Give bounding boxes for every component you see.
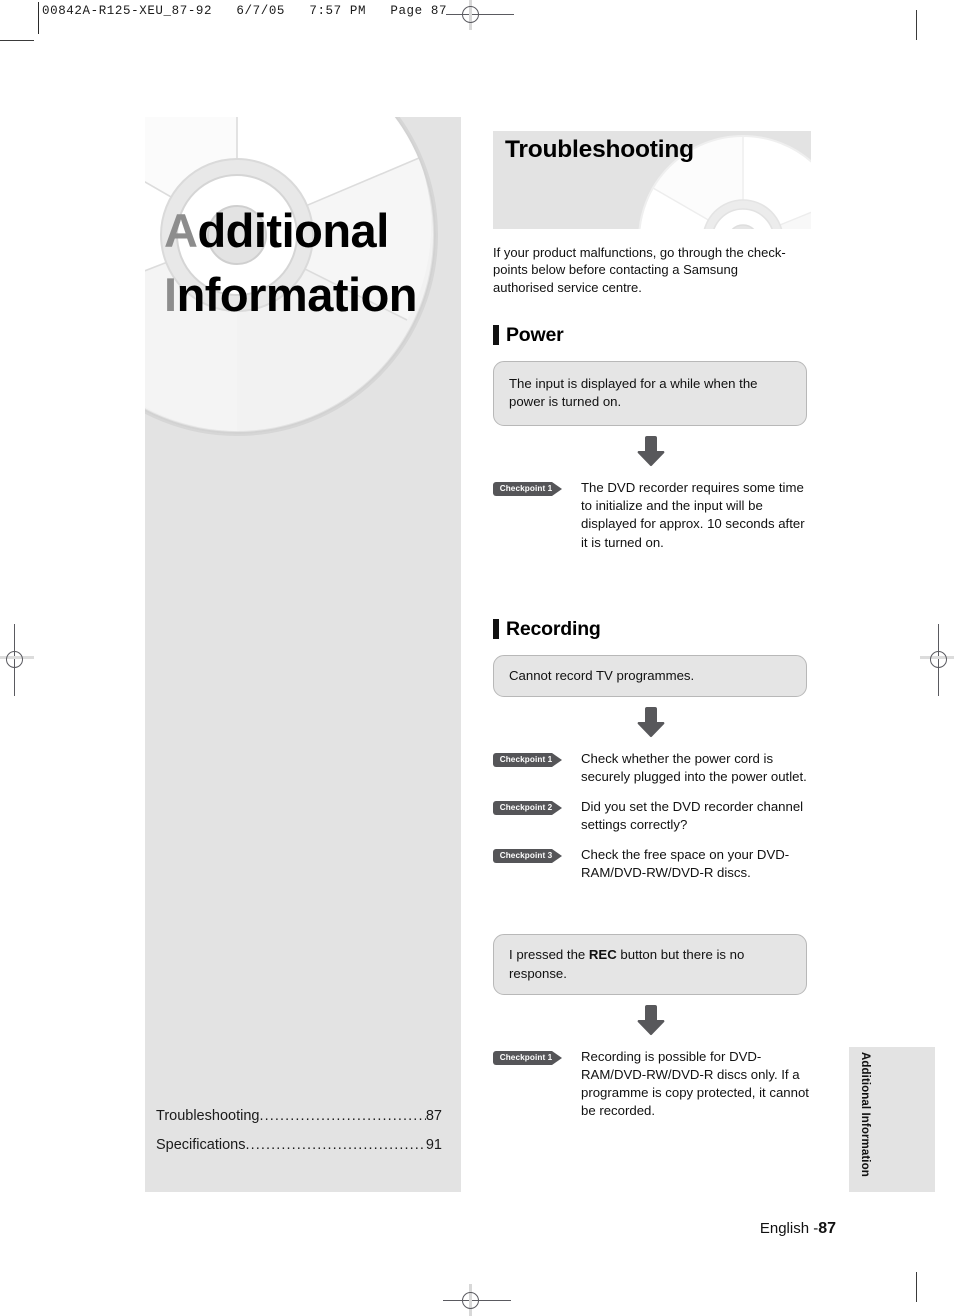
toc-entry[interactable]: Specifications .........................… — [156, 1137, 442, 1153]
toc-entry[interactable]: Troubleshooting ........................… — [156, 1108, 442, 1124]
checkpoint-badge: Checkpoint 3 — [493, 849, 569, 864]
flow-arrow-wrap — [493, 1004, 807, 1036]
print-slug: 00842A-R125-XEU_87-92 6/7/05 7:57 PM Pag… — [42, 4, 448, 18]
question-bubble: I pressed the REC button but there is no… — [493, 934, 807, 995]
content-column: Troubleshooting If your product malfunct… — [493, 131, 811, 1120]
checkpoint-row: Checkpoint 2 Did you set the DVD recorde… — [493, 798, 811, 834]
flow-arrow-wrap — [493, 435, 807, 467]
trim-mark-top-right — [916, 10, 917, 40]
chapter-title: Additional Information — [164, 199, 417, 327]
trim-mark-top-left — [0, 40, 34, 41]
question-text: Cannot record TV programmes. — [509, 667, 695, 683]
section-bar-icon — [493, 325, 499, 346]
toc-entry-page: 87 — [425, 1108, 442, 1124]
checkpoint-badge-label: Checkpoint 2 — [499, 802, 553, 812]
slug-divider — [38, 2, 39, 34]
checkpoint-row: Checkpoint 1 The DVD recorder requires s… — [493, 479, 811, 551]
checkpoint-badge: Checkpoint 2 — [493, 800, 569, 815]
checkpoint-row: Checkpoint 1 Check whether the power cor… — [493, 750, 811, 786]
footer-page-number: 87 — [818, 1220, 836, 1237]
question-bubble: The input is displayed for a while when … — [493, 360, 807, 427]
footer-language: English - — [759, 1220, 819, 1237]
chapter-title-line-1: Additional — [164, 199, 417, 263]
troubleshooting-banner: Troubleshooting — [493, 131, 811, 229]
checkpoint-text: The DVD recorder requires some time to i… — [581, 480, 805, 550]
section-heading-power: Power — [493, 324, 811, 347]
toc-entry-page: 91 — [425, 1137, 442, 1153]
chapter-title-cap-i: I — [164, 267, 177, 321]
toc-dot-leader: ........................................… — [245, 1137, 425, 1153]
down-arrow-icon — [637, 1004, 665, 1035]
checkpoint-row: Checkpoint 1 Recording is possible for D… — [493, 1048, 811, 1120]
down-arrow-icon — [637, 436, 665, 467]
checkpoint-badge: Checkpoint 1 — [493, 482, 569, 497]
chapter-title-cap-a: A — [164, 204, 198, 257]
checkpoint-badge-label: Checkpoint 1 — [499, 754, 553, 764]
chapter-panel: Additional Information Troubleshooting .… — [145, 117, 461, 1192]
trim-mark-bottom-right — [916, 1272, 917, 1302]
checkpoint-text: Check the free space on your DVD-RAM/DVD… — [581, 847, 790, 881]
checkpoint-text: Recording is possible for DVD-RAM/DVD-RW… — [581, 1048, 809, 1118]
chapter-title-rest-1: dditional — [197, 204, 389, 257]
page-footer: English -87 — [0, 1220, 836, 1238]
section-title: Recording — [506, 617, 601, 640]
chapter-title-line-2: Information — [164, 263, 417, 327]
checkpoint-badge-label: Checkpoint 1 — [499, 484, 553, 494]
checkpoint-badge: Checkpoint 1 — [493, 752, 569, 767]
chapter-table-of-contents: Troubleshooting ........................… — [156, 1108, 442, 1166]
side-tab-label: Additional Information — [859, 1052, 871, 1177]
question-text-pre: I pressed the — [509, 947, 589, 963]
toc-entry-label: Troubleshooting — [156, 1108, 260, 1124]
banner-title: Troubleshooting — [505, 136, 694, 163]
intro-paragraph: If your product malfunctions, go through… — [493, 245, 786, 295]
down-arrow-icon — [637, 706, 665, 737]
section-title: Power — [506, 323, 564, 346]
checkpoint-row: Checkpoint 3 Check the free space on you… — [493, 846, 811, 882]
chapter-title-rest-2: nformation — [176, 267, 418, 321]
checkpoint-text: Check whether the power cord is securely… — [581, 750, 807, 784]
section-heading-recording: Recording — [493, 618, 811, 641]
checkpoint-badge-label: Checkpoint 3 — [499, 851, 553, 861]
side-tab: Additional Information — [849, 1047, 935, 1192]
section-bar-icon — [493, 619, 499, 640]
checkpoint-badge: Checkpoint 1 — [493, 1050, 569, 1065]
question-bubble: Cannot record TV programmes. — [493, 654, 807, 697]
question-text-bold: REC — [588, 947, 617, 963]
flow-arrow-wrap — [493, 706, 807, 738]
checkpoint-text: Did you set the DVD recorder channel set… — [581, 798, 804, 833]
toc-dot-leader: ........................................… — [259, 1108, 425, 1124]
question-text: The input is displayed for a while when … — [509, 375, 758, 410]
checkpoint-badge-label: Checkpoint 1 — [499, 1052, 553, 1062]
toc-entry-label: Specifications — [156, 1137, 246, 1153]
